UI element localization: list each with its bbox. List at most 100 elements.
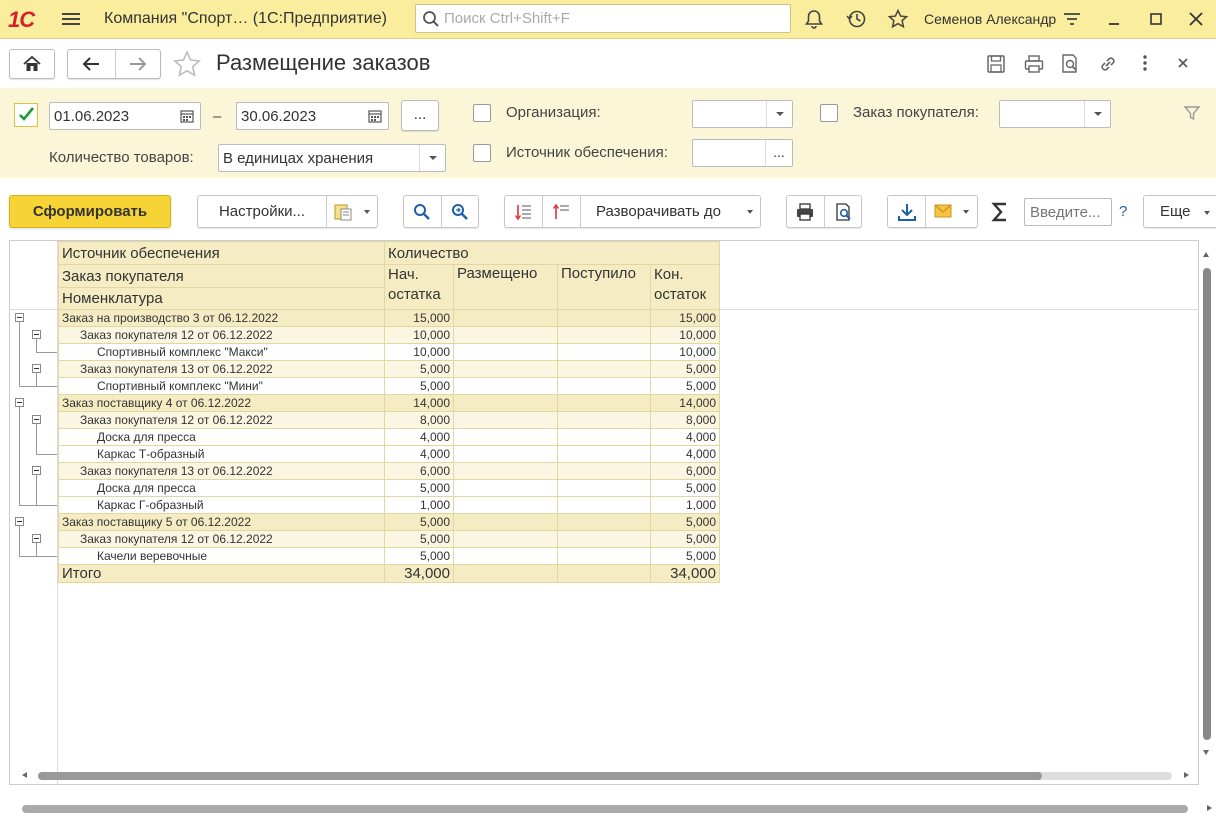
collapse-group-icon[interactable] [32, 364, 41, 373]
print-icon[interactable] [1023, 53, 1045, 75]
user-name[interactable]: Семенов Александр [924, 11, 1056, 27]
organization-checkbox[interactable] [473, 104, 491, 122]
forward-button[interactable] [116, 50, 161, 78]
report-row-level3[interactable]: Каркас Т-образный 4,000 4,000 [58, 445, 720, 463]
expand-all-button[interactable] [505, 196, 543, 227]
collapse-group-icon[interactable] [15, 313, 24, 322]
horizontal-scrollbar[interactable] [38, 772, 1042, 780]
print-preview-button[interactable] [825, 196, 862, 227]
settings-button[interactable]: Настройки... [198, 196, 327, 227]
page-scroll-right-icon[interactable] [1207, 805, 1212, 811]
collapse-group-icon[interactable] [32, 466, 41, 475]
home-button[interactable] [9, 49, 55, 79]
calendar-icon[interactable] [368, 109, 382, 123]
maximize-icon[interactable] [1145, 8, 1167, 30]
row-placed [453, 513, 558, 531]
history-icon[interactable] [845, 8, 867, 30]
scroll-up-icon[interactable] [1203, 252, 1209, 257]
report-row-level3[interactable]: Спортивный комплекс "Макси" 10,000 10,000 [58, 343, 720, 361]
report-row-level2[interactable]: Заказ покупателя 12 от 06.12.2022 5,000 5,… [58, 530, 720, 548]
row-name: Заказ поставщику 4 от 06.12.2022 [58, 394, 385, 412]
search-input[interactable] [442, 9, 776, 28]
expand-to-button[interactable]: Разворачивать до [581, 196, 761, 227]
more-vertical-icon[interactable] [1135, 53, 1155, 73]
expand-group: Разворачивать до [504, 195, 761, 228]
report-row-level1[interactable]: Заказ на производство 3 от 06.12.2022 15,… [58, 309, 720, 327]
find-next-button[interactable] [442, 196, 479, 227]
nav-buttons [67, 49, 161, 79]
help-link[interactable]: ? [1119, 203, 1127, 220]
collapse-group-icon[interactable] [32, 534, 41, 543]
scroll-left-icon[interactable] [22, 772, 27, 778]
menu-icon[interactable] [62, 10, 80, 26]
save-to-file-button[interactable] [888, 196, 926, 227]
report-row-level3[interactable]: Доска для пресса 4,000 4,000 [58, 428, 720, 446]
period-select-button[interactable]: ... [401, 100, 439, 131]
close-form-icon[interactable] [1174, 54, 1192, 72]
close-window-icon[interactable] [1185, 8, 1207, 30]
back-button[interactable] [68, 50, 116, 78]
find-button[interactable] [404, 196, 442, 227]
collapse-group-icon[interactable] [32, 415, 41, 424]
header-end-line1: Кон. [654, 266, 684, 283]
report-row-level3[interactable]: Доска для пресса 5,000 5,000 [58, 479, 720, 497]
row-name: Заказ покупателя 13 от 06.12.2022 [58, 360, 385, 378]
variants-button[interactable] [327, 196, 377, 227]
print-button[interactable] [787, 196, 825, 227]
chevron-down-icon[interactable] [419, 145, 445, 171]
sum-icon[interactable] [990, 201, 1010, 223]
bell-icon[interactable] [803, 8, 825, 30]
report-row-level2[interactable]: Заказ покупателя 12 от 06.12.2022 8,000 8,… [58, 411, 720, 429]
row-placed [453, 547, 558, 565]
chevron-down-icon[interactable] [1084, 101, 1110, 127]
row-end-balance: 14,000 [650, 394, 720, 412]
chevron-down-icon[interactable] [766, 101, 792, 127]
row-received [557, 513, 651, 531]
date-from-field[interactable]: 01.06.2023 [49, 102, 201, 130]
report-row-level1[interactable]: Заказ поставщику 5 от 06.12.2022 5,000 5,0… [58, 513, 720, 531]
report-row-level1[interactable]: Заказ поставщику 4 от 06.12.2022 14,000 14… [58, 394, 720, 412]
vertical-scrollbar[interactable] [1203, 268, 1211, 740]
scroll-down-icon[interactable] [1203, 750, 1209, 755]
link-icon[interactable] [1097, 53, 1119, 75]
star-icon[interactable] [887, 8, 909, 30]
calendar-icon[interactable] [180, 109, 194, 123]
filter-menu-icon[interactable] [1061, 8, 1083, 30]
more-button[interactable]: Еще [1143, 195, 1216, 228]
sum-input-box[interactable] [1028, 203, 1112, 222]
source-field[interactable]: ... [692, 139, 793, 167]
source-select-button[interactable]: ... [765, 140, 792, 166]
organization-field[interactable] [692, 100, 793, 128]
tree-connector-line [19, 526, 20, 556]
settings-group: Настройки... [197, 195, 378, 228]
scroll-right-icon[interactable] [1184, 772, 1189, 778]
customer-order-checkbox[interactable] [820, 104, 838, 122]
report-row-level3[interactable]: Каркас Г-образный 1,000 1,000 [58, 496, 720, 514]
sum-input[interactable] [1024, 198, 1112, 226]
collapse-group-icon[interactable] [15, 398, 24, 407]
report-document[interactable]: Источник обеспечения Количество Заказ по… [9, 240, 1199, 785]
send-email-button[interactable] [926, 196, 978, 227]
collapse-group-icon[interactable] [32, 330, 41, 339]
source-checkbox[interactable] [473, 144, 491, 162]
page-horizontal-scrollbar[interactable] [22, 805, 1188, 813]
global-search[interactable] [415, 4, 791, 33]
report-row-level2[interactable]: Заказ покупателя 13 от 06.12.2022 5,000 5,… [58, 360, 720, 378]
collapse-all-button[interactable] [543, 196, 581, 227]
period-checkbox[interactable] [14, 103, 38, 127]
header-quantity: Количество [384, 241, 720, 265]
report-row-level3[interactable]: Спортивный комплекс "Мини" 5,000 5,000 [58, 377, 720, 395]
report-row-level2[interactable]: Заказ покупателя 12 от 06.12.2022 10,000 1… [58, 326, 720, 344]
generate-button[interactable]: Сформировать [9, 195, 171, 228]
report-row-level3[interactable]: Качели веревочные 5,000 5,000 [58, 547, 720, 565]
preview-icon[interactable] [1059, 53, 1081, 75]
customer-order-field[interactable] [999, 100, 1111, 128]
date-to-field[interactable]: 30.06.2023 [236, 102, 389, 130]
minimize-icon[interactable] [1103, 8, 1125, 30]
collapse-group-icon[interactable] [15, 517, 24, 526]
filter-icon[interactable] [1183, 104, 1201, 122]
report-row-level2[interactable]: Заказ покупателя 13 от 06.12.2022 6,000 6,… [58, 462, 720, 480]
save-icon[interactable] [985, 53, 1007, 75]
favorite-star-icon[interactable] [172, 50, 202, 78]
quantity-units-select[interactable]: В единицах хранения [218, 144, 446, 172]
